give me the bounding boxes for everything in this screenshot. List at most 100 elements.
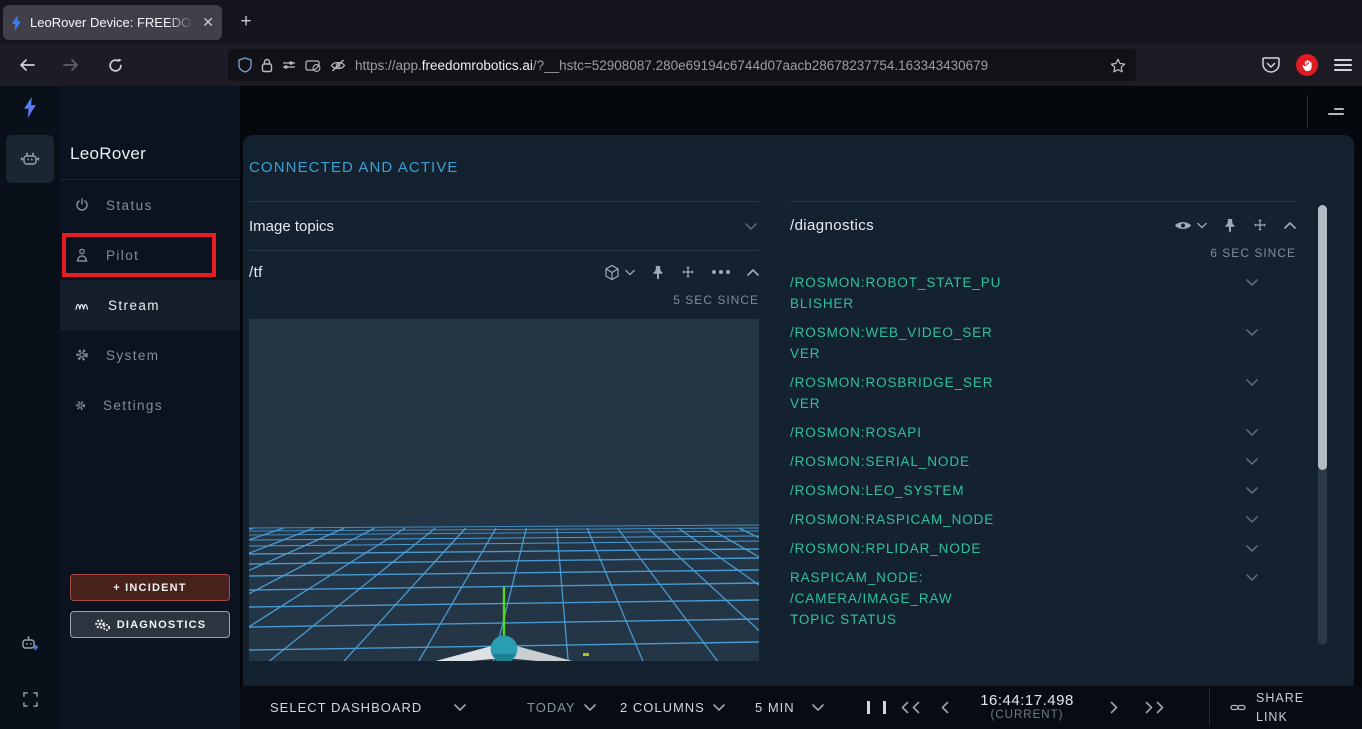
diagnostic-topic-label: /ROSMON:LEO_SYSTEM (790, 480, 1002, 501)
diagnostic-topic-label: RASPICAM_NODE: /CAMERA/IMAGE_RAW TOPIC S… (790, 567, 1002, 630)
diagnostics-panel-title: /diagnostics (790, 217, 874, 234)
divider (1209, 689, 1210, 726)
time-window-dropdown[interactable]: 5 MIN (755, 686, 795, 729)
diagnostic-topic-row[interactable]: /ROSMON:WEB_VIDEO_SERVER (790, 322, 1296, 364)
diagnostic-topic-row[interactable]: /ROSMON:RPLIDAR_NODE (790, 538, 1296, 559)
collapse-chevron-up-icon[interactable] (1284, 222, 1296, 229)
dashboard-select-chevron-icon[interactable] (454, 686, 466, 729)
forward-button[interactable] (56, 50, 86, 80)
diagnostic-topic-row[interactable]: /ROSMON:SERIAL_NODE (790, 451, 1296, 472)
step-forward-icon[interactable] (1108, 686, 1120, 729)
chevron-down-icon[interactable] (1246, 429, 1258, 436)
device-rail (0, 86, 60, 729)
connection-status-banner: CONNECTED AND ACTIVE (249, 159, 459, 176)
dashboard-panel: CONNECTED AND ACTIVE Image topics /tf (243, 135, 1354, 686)
diagnostic-topic-label: /ROSMON:ROBOT_STATE_PUBLISHER (790, 272, 1002, 314)
move-icon[interactable] (1253, 218, 1267, 232)
chevron-down-icon[interactable] (1246, 545, 1258, 552)
diagnostic-topic-row[interactable]: RASPICAM_NODE: /CAMERA/IMAGE_RAW TOPIC S… (790, 567, 1296, 630)
diagnostics-button[interactable]: DIAGNOSTICS (70, 611, 230, 638)
pause-button[interactable] (864, 686, 888, 729)
tf-since-label: 5 SEC SINCE (249, 293, 759, 315)
image-topics-dropdown[interactable]: Image topics (249, 202, 759, 250)
menu-hamburger-icon[interactable] (1334, 56, 1352, 74)
current-time: 16:44:17.498 (957, 692, 1097, 709)
device-sidebar: LeoRover Status Pilot Stream System Sett… (60, 86, 240, 729)
date-range-dropdown[interactable]: TODAY (527, 686, 596, 729)
reload-button[interactable] (100, 50, 130, 80)
columns-dropdown[interactable]: 2 COLUMNS (620, 686, 725, 729)
sidebar-item-stream[interactable]: Stream (60, 280, 240, 330)
filter-sort-icon[interactable] (1328, 105, 1344, 115)
divider (1307, 95, 1308, 128)
dashboard-select-dropdown[interactable]: SELECT DASHBOARD (270, 686, 422, 729)
diagnostic-topic-row[interactable]: /ROSMON:RASPICAM_NODE (790, 509, 1296, 530)
lock-icon[interactable] (261, 58, 273, 73)
collapse-chevron-up-icon[interactable] (747, 269, 759, 276)
diagnostic-topic-row[interactable]: /ROSMON:LEO_SYSTEM (790, 480, 1296, 501)
fullscreen-icon[interactable] (23, 692, 38, 707)
playback-time: 16:44:17.498 (CURRENT) (957, 686, 1097, 729)
diagnostic-topic-row[interactable]: /ROSMON:ROBOT_STATE_PUBLISHER (790, 272, 1296, 314)
skip-end-icon[interactable] (1143, 686, 1166, 729)
step-back-icon[interactable] (939, 686, 951, 729)
tf-panel-header: /tf (249, 251, 759, 293)
tf-panel-title: /tf (249, 264, 263, 281)
sidebar-item-status[interactable]: Status (60, 180, 240, 230)
pin-icon[interactable] (652, 265, 664, 280)
new-tab-button[interactable]: + (232, 8, 260, 36)
pocket-icon[interactable] (1262, 57, 1280, 74)
diagnostic-topic-label: /ROSMON:RPLIDAR_NODE (790, 538, 1002, 559)
sidebar-item-settings[interactable]: Settings (60, 380, 240, 430)
tracking-protection-shield-icon[interactable] (238, 57, 252, 73)
frame-cube-dropdown[interactable] (604, 264, 635, 281)
device-tab-leorover[interactable] (6, 135, 54, 183)
tab-title: LeoRover Device: FREEDO (30, 15, 194, 30)
diagnostic-topic-label: /ROSMON:ROSBRIDGE_SERVER (790, 372, 1002, 414)
sidebar-item-system[interactable]: System (60, 330, 240, 380)
tab-close-icon[interactable]: ✕ (202, 14, 214, 31)
scrollbar-track[interactable] (1318, 205, 1327, 645)
share-link-button[interactable]: SHARE LINK (1230, 686, 1318, 729)
tf-3d-viewport[interactable] (249, 319, 759, 661)
bookmark-star-icon[interactable] (1110, 58, 1126, 73)
move-icon[interactable] (681, 265, 695, 279)
scrollbar-thumb[interactable] (1318, 205, 1327, 470)
tab-favicon-lightning-icon (11, 15, 22, 31)
diagnostic-topic-row[interactable]: /ROSMON:ROSAPI (790, 422, 1296, 443)
pin-icon[interactable] (1224, 218, 1236, 233)
chevron-down-icon[interactable] (1246, 516, 1258, 523)
sidebar-item-pilot[interactable]: Pilot (60, 230, 240, 280)
diagnostics-panel-header: /diagnostics (790, 202, 1296, 246)
camera-blocked-icon[interactable] (330, 59, 346, 72)
chevron-down-icon[interactable] (1246, 279, 1258, 286)
add-device-robot-icon[interactable] (20, 635, 40, 652)
stream-waveform-icon (75, 299, 91, 311)
diagnostic-topic-label: /ROSMON:WEB_VIDEO_SERVER (790, 322, 1002, 364)
back-button[interactable] (12, 50, 42, 80)
diagnostic-topic-label: /ROSMON:RASPICAM_NODE (790, 509, 1002, 530)
more-options-icon[interactable] (712, 270, 730, 274)
gears-icon (94, 618, 110, 631)
chevron-down-icon[interactable] (1246, 379, 1258, 386)
permissions-toggles-icon[interactable] (282, 60, 296, 70)
chevron-down-icon[interactable] (1246, 329, 1258, 336)
diagnostics-since-label: 6 SEC SINCE (790, 246, 1296, 268)
freedom-lightning-logo[interactable] (0, 97, 60, 118)
chevron-down-icon[interactable] (1246, 487, 1258, 494)
adblocker-hand-icon[interactable] (1296, 54, 1318, 76)
skip-start-icon[interactable] (899, 686, 922, 729)
incident-button[interactable]: + INCIDENT (70, 574, 230, 601)
time-window-chevron-icon[interactable] (812, 686, 824, 729)
pilot-person-icon (75, 248, 89, 262)
browser-tab[interactable]: LeoRover Device: FREEDO ✕ (3, 5, 222, 40)
chevron-down-icon[interactable] (1246, 458, 1258, 465)
diagnostic-topic-row[interactable]: /ROSMON:ROSBRIDGE_SERVER (790, 372, 1296, 414)
url-text[interactable]: https://app.freedomrobotics.ai/?__hstc=5… (355, 58, 1101, 73)
url-bar[interactable]: https://app.freedomrobotics.ai/?__hstc=5… (228, 49, 1136, 81)
visibility-eye-dropdown[interactable] (1174, 220, 1207, 231)
chevron-down-icon[interactable] (1246, 574, 1258, 581)
autoplay-blocked-icon[interactable] (305, 59, 321, 72)
diagnostic-topic-label: /ROSMON:SERIAL_NODE (790, 451, 1002, 472)
current-time-label: (CURRENT) (957, 709, 1097, 721)
